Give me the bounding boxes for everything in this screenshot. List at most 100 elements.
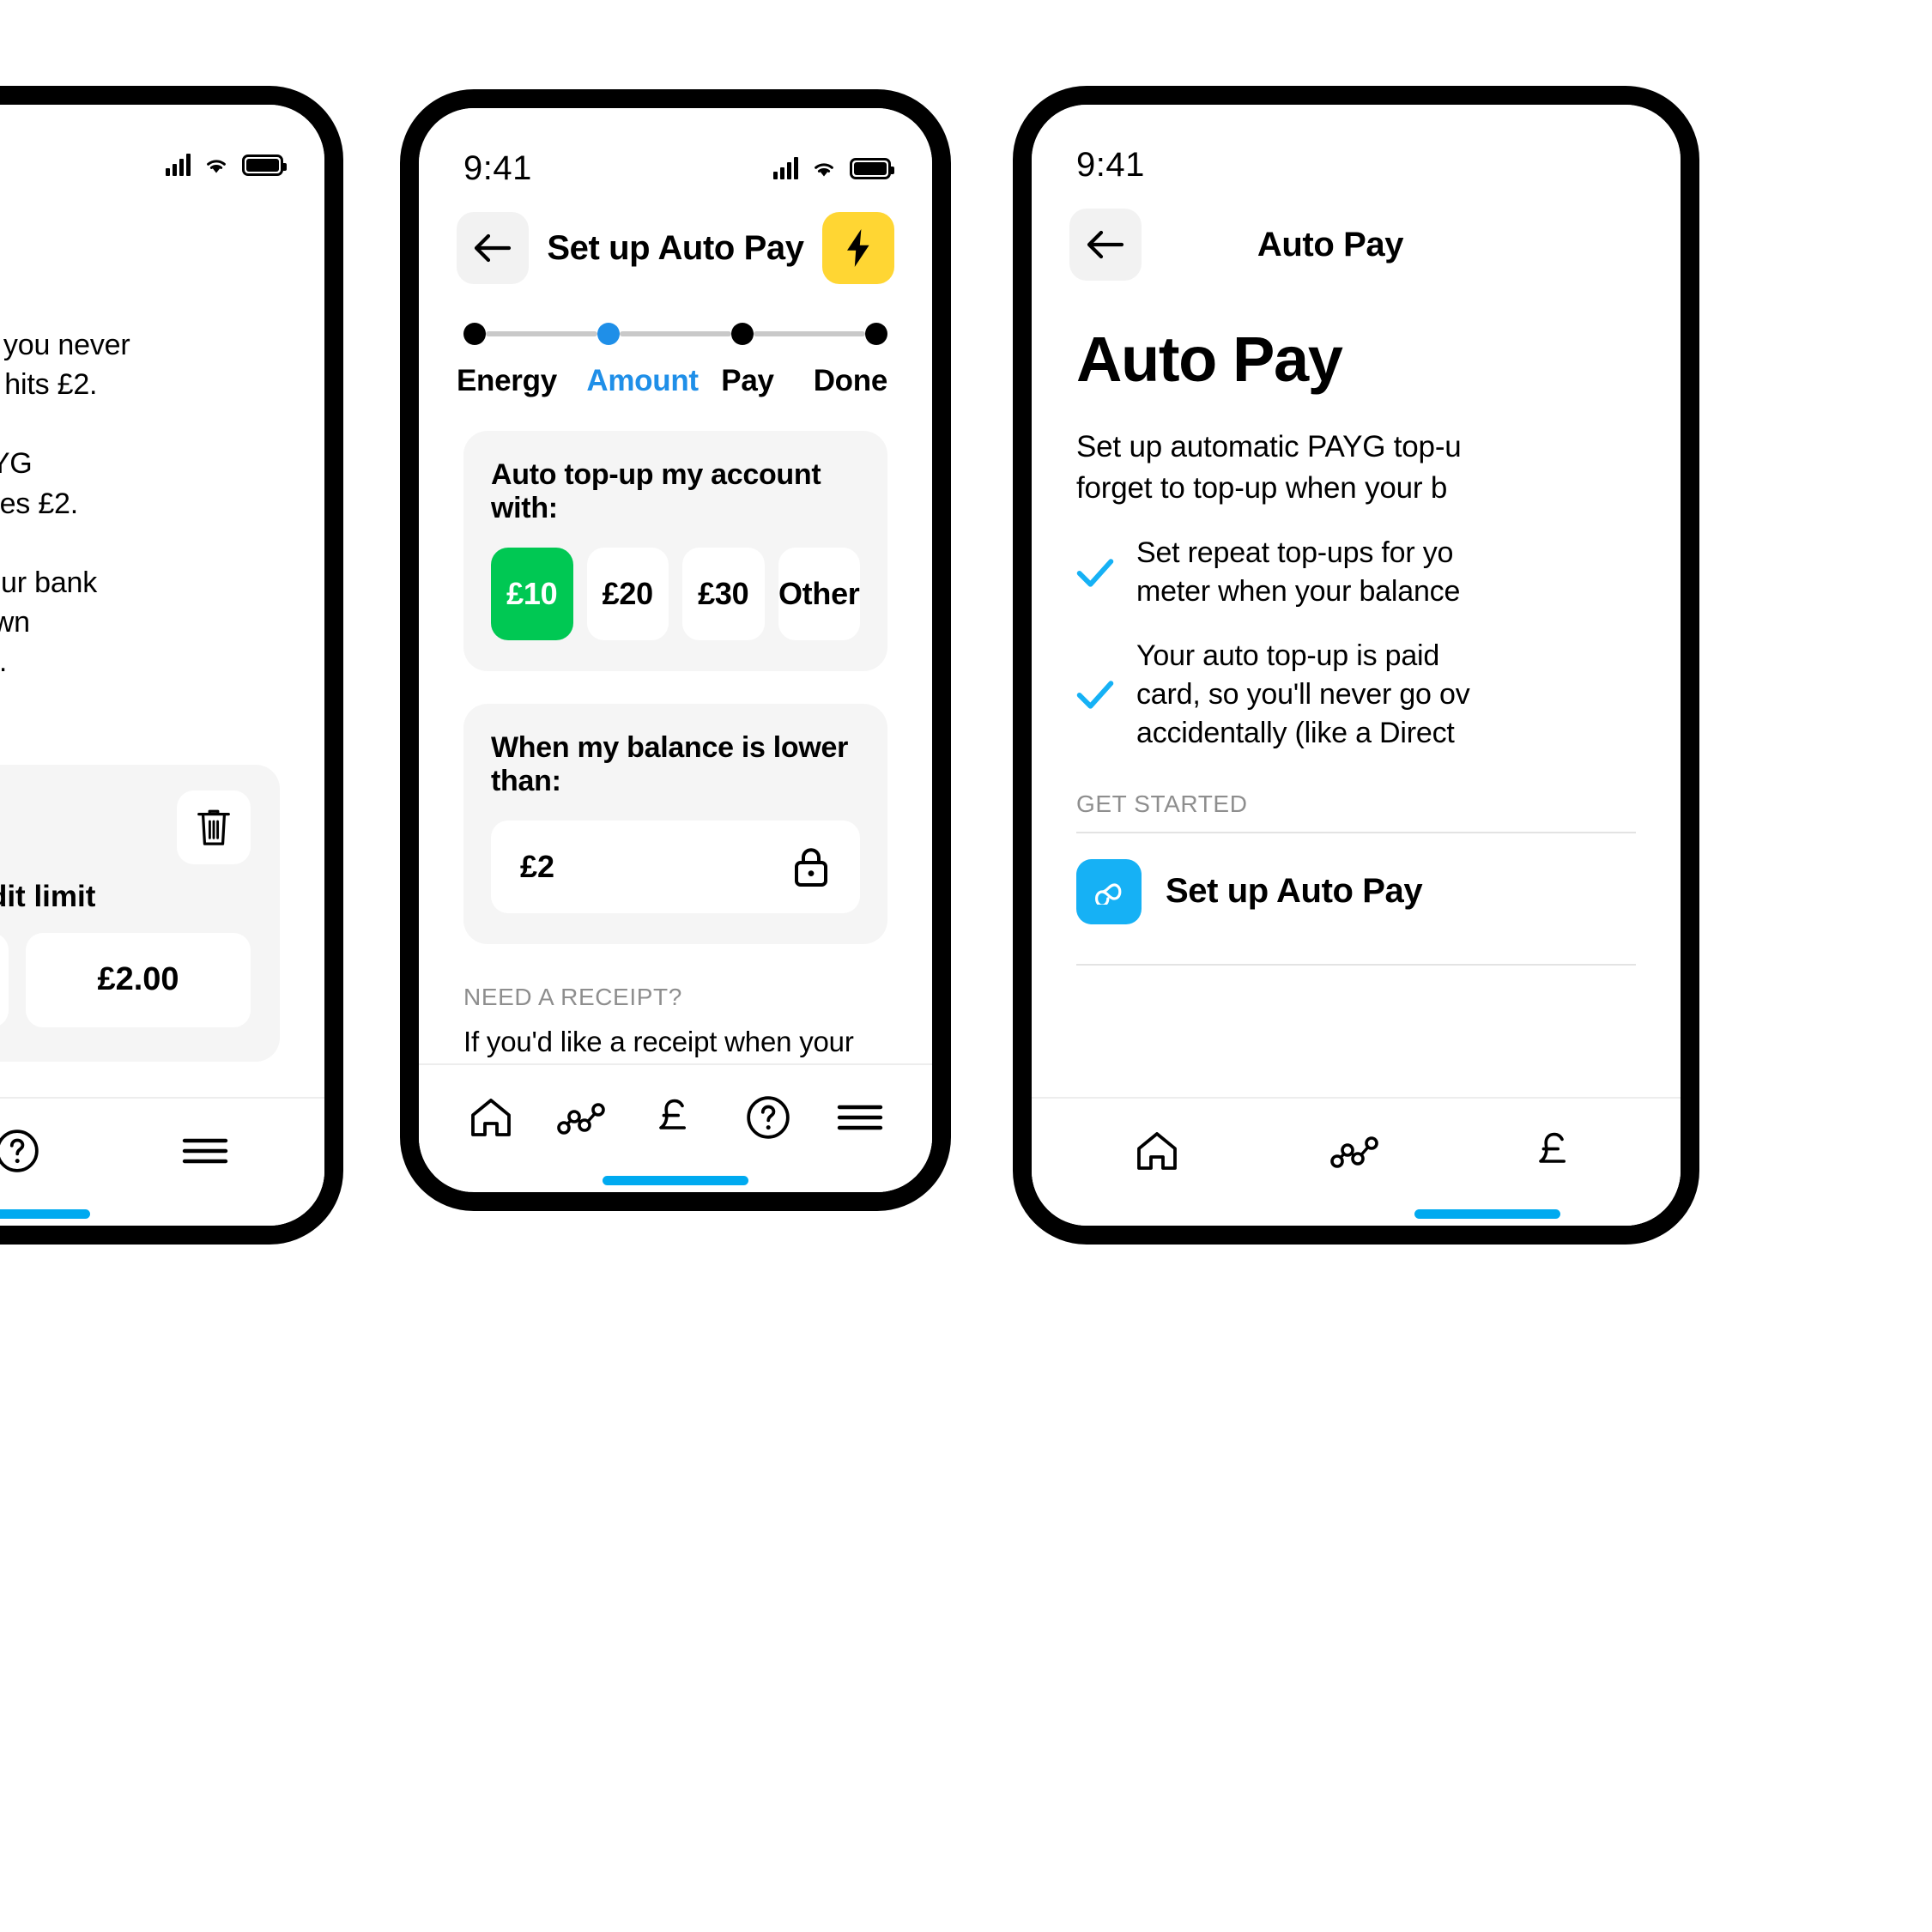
status-time-middle: 9:41: [463, 148, 532, 187]
home-indicator-right: [1414, 1209, 1560, 1219]
infinity-icon: [1094, 882, 1122, 905]
right-heading: Auto Pay: [1076, 324, 1343, 395]
credit-limit-value[interactable]: £2.00: [26, 932, 251, 1027]
get-started-label: GET STARTED: [1076, 790, 1248, 817]
balance-threshold-value: £2: [520, 849, 555, 884]
left-paragraph-3: o-up is paid with your bank ll never go …: [0, 566, 98, 678]
battery-icon: [242, 154, 287, 176]
progress-stepper: Energy Amount Pay Done: [419, 285, 932, 398]
setup-auto-pay-row[interactable]: Set up Auto Pay: [1076, 833, 1636, 950]
status-icons-middle: [773, 157, 894, 179]
left-body: c PAYG top-ups so you never when your ba…: [0, 246, 324, 1062]
tab-payments[interactable]: [1517, 1112, 1594, 1190]
lightning-bolt-icon: [847, 229, 869, 267]
phone-mockup-right: 9:41 Auto Pay Auto Pay Set up automatic …: [1013, 86, 1699, 1245]
back-arrow-icon: [1087, 230, 1124, 259]
left-paragraph-2: op-ups for your PAYG your balance reache…: [0, 447, 79, 520]
tab-bar-left: [0, 1097, 324, 1226]
check-icon: [1076, 681, 1114, 709]
signal-icon: [773, 157, 798, 179]
amount-option-other[interactable]: Other: [778, 548, 860, 640]
energy-action-button[interactable]: [822, 212, 894, 284]
amount-option-20[interactable]: £20: [586, 548, 669, 640]
nav-bar-middle: Set up Auto Pay: [419, 191, 932, 285]
infinity-icon-wrapper: [1076, 858, 1142, 924]
tab-help[interactable]: [0, 1112, 56, 1190]
topup-amount-title: Auto top-up my account with:: [491, 458, 821, 524]
left-paragraph-1: c PAYG top-ups so you never when your ba…: [0, 329, 130, 402]
credit-limit-field-a[interactable]: [0, 932, 9, 1027]
status-bar-right: 9:41: [1032, 105, 1681, 187]
status-bar-middle: 9:41: [419, 108, 932, 191]
line-chart-icon: [1330, 1136, 1378, 1168]
balance-threshold-card: When my balance is lower than: £2: [463, 704, 887, 944]
step-dot-energy[interactable]: [463, 323, 486, 345]
benefit-item-2: Your auto top-up is paid card, so you'll…: [1076, 637, 1636, 753]
right-content: Auto Pay Set up automatic PAYG top-u for…: [1032, 282, 1681, 966]
home-indicator-left: [0, 1209, 90, 1219]
tab-usage[interactable]: [1317, 1112, 1395, 1190]
step-dot-amount[interactable]: [597, 323, 620, 345]
page-title-middle: Set up Auto Pay: [547, 228, 804, 267]
divider-bottom: [1076, 963, 1636, 966]
amount-option-10[interactable]: £10: [491, 548, 573, 640]
receipt-section-label: NEED A RECEIPT?: [463, 984, 682, 1010]
step-dot-done[interactable]: [865, 323, 887, 345]
step-label-done: Done: [813, 364, 888, 397]
amount-options: £10 £20 £30 Other: [491, 548, 860, 640]
step-label-pay: Pay: [721, 364, 774, 397]
home-indicator-middle: [603, 1176, 748, 1185]
benefit-text-1: Set repeat top-ups for yo meter when you…: [1136, 536, 1461, 609]
home-icon: [470, 1099, 511, 1136]
balance-threshold-field[interactable]: £2: [491, 821, 860, 913]
amount-option-30[interactable]: £30: [682, 548, 765, 640]
phone-mockup-middle: 9:41 Set up Auto Pay Energy Amount Pay D…: [400, 89, 951, 1211]
lock-icon: [795, 848, 827, 887]
check-icon: [1076, 559, 1114, 587]
phone-right-screen: 9:41 Auto Pay Auto Pay Set up automatic …: [1032, 105, 1681, 1226]
tab-menu[interactable]: [167, 1112, 244, 1190]
tab-payments[interactable]: [637, 1079, 714, 1156]
step-line-3: [754, 331, 865, 336]
tab-home[interactable]: [452, 1079, 530, 1156]
tab-home[interactable]: [1118, 1112, 1196, 1190]
status-icons-left: [166, 154, 287, 176]
phone-left-screen: Auto Pay c PAYG top-ups so you never whe…: [0, 105, 324, 1226]
nav-bar-left: Auto Pay: [0, 187, 324, 246]
balance-threshold-title: When my balance is lower than:: [491, 731, 849, 797]
hamburger-icon: [837, 1105, 883, 1130]
nav-spacer-right: [1571, 209, 1643, 281]
phone-middle-screen: 9:41 Set up Auto Pay Energy Amount Pay D…: [419, 108, 932, 1192]
wifi-icon: [207, 160, 226, 173]
page-title-left: Auto Pay: [0, 208, 280, 246]
stepper-track: [463, 323, 887, 345]
benefit-text-2: Your auto top-up is paid card, so you'll…: [1136, 639, 1470, 749]
battery-icon: [850, 157, 894, 179]
hamburger-icon: [182, 1138, 227, 1164]
status-bar-left: [0, 105, 324, 187]
tab-bar-middle: [419, 1063, 932, 1192]
phone-mockup-left: Auto Pay c PAYG top-ups so you never whe…: [0, 86, 343, 1245]
nav-bar-right: Auto Pay: [1032, 187, 1681, 282]
tab-bar-right: [1032, 1097, 1681, 1226]
tab-menu[interactable]: [821, 1079, 899, 1156]
trash-icon: [197, 809, 230, 845]
back-button[interactable]: [1069, 209, 1142, 281]
setup-auto-pay-label: Set up Auto Pay: [1166, 872, 1423, 911]
step-line-1: [486, 331, 597, 336]
pound-icon: [659, 1099, 686, 1130]
pound-icon: [1539, 1132, 1566, 1163]
question-circle-icon: [0, 1130, 39, 1172]
credit-limit-fields: £2.00: [0, 932, 251, 1027]
stepper-labels: Energy Amount Pay Done: [457, 364, 888, 398]
right-intro: Set up automatic PAYG top-u forget to to…: [1076, 430, 1462, 505]
status-time-right: 9:41: [1076, 145, 1145, 184]
step-dot-pay[interactable]: [731, 323, 754, 345]
topup-amount-card: Auto top-up my account with: £10 £20 £30…: [463, 431, 887, 671]
line-chart-icon: [557, 1103, 606, 1135]
tab-help[interactable]: [730, 1079, 807, 1156]
tab-usage[interactable]: [544, 1079, 621, 1156]
back-button[interactable]: [457, 212, 529, 284]
delete-button[interactable]: [177, 790, 251, 864]
step-label-energy: Energy: [457, 364, 557, 397]
